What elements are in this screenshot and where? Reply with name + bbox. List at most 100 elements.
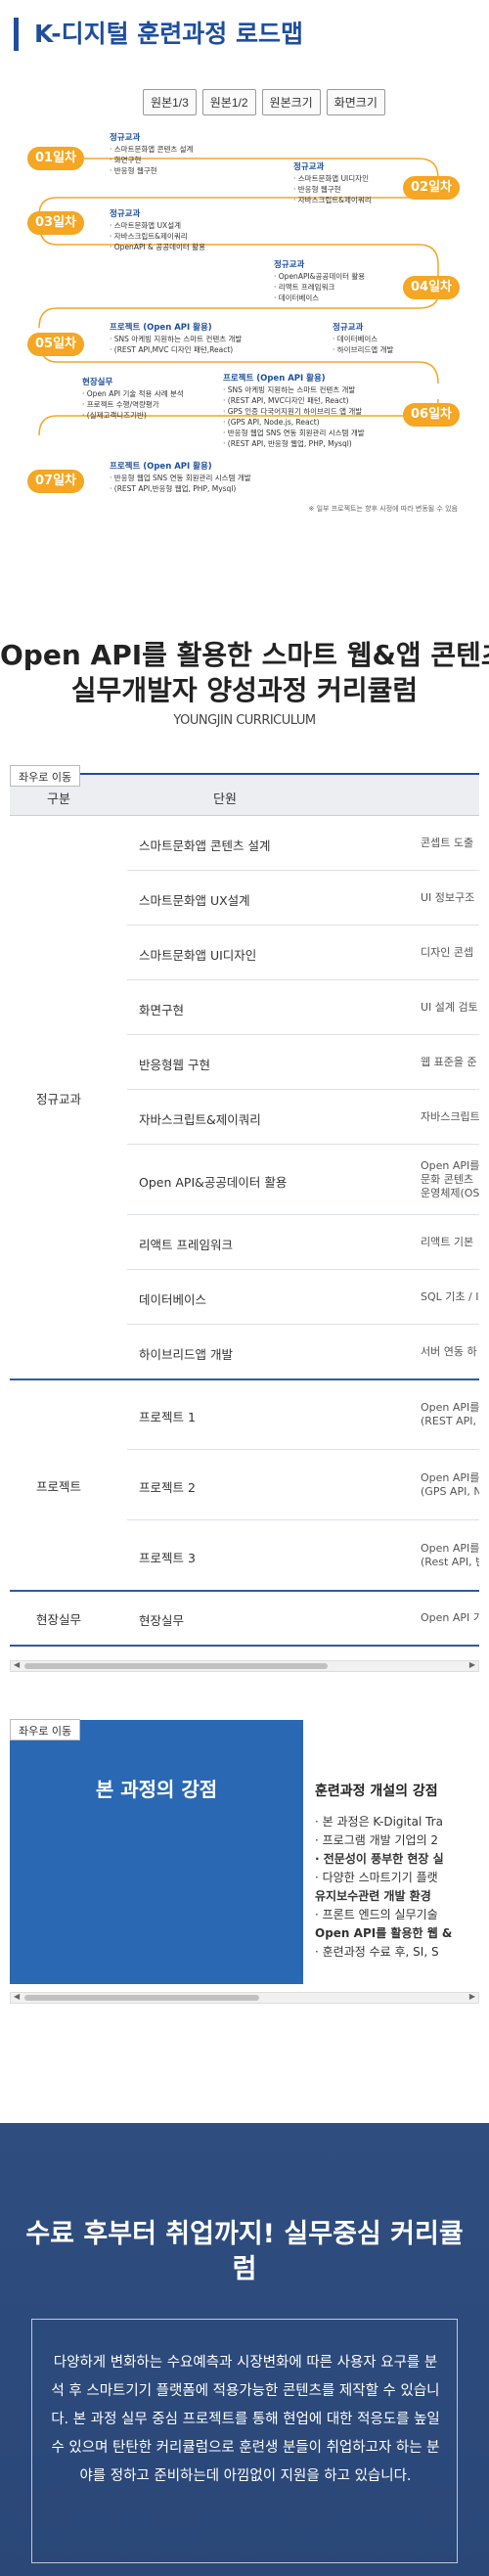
roadmap-block-2: 정규교과 스마트문화앱 UI디자인반응형 웹구현자바스크립트&제이쿼리 — [293, 162, 372, 205]
strength-horizontal-scrollbar[interactable]: ◀ ▶ — [10, 1992, 479, 2004]
strength-scroll-hint-button[interactable]: 좌우로 이동 — [10, 1719, 81, 1740]
block-category: 현장실무 — [82, 378, 113, 387]
table-row: 하이브리드앱 개발 서버 연동 하 — [127, 1325, 479, 1379]
description-line: 리액트 기본 — [421, 1236, 474, 1248]
strength-section[interactable]: 본 과정의 강점 훈련과정 개설의 강점 · 본 과정은 K-Digital T… — [10, 1720, 479, 1984]
curriculum-subtitle: YOUNGJIN CURRICULUM — [173, 713, 316, 728]
day-badge-6: 06일차 — [403, 403, 460, 427]
scrollbar-thumb[interactable] — [24, 1995, 259, 2001]
table-row: 스마트문화앱 UI디자인 디자인 콘셉 — [127, 926, 479, 980]
roadmap-block-9: 프로젝트 (Open API 활용) 반응형 웹업 SNS 연동 회원관리 시스… — [110, 462, 251, 494]
block-category: 프로젝트 (Open API 활용) — [223, 374, 326, 384]
scrollbar-thumb[interactable] — [24, 1663, 328, 1669]
table-row: 반응형웹 구현 웹 표준을 준 — [127, 1035, 479, 1090]
description-line: 서버 연동 하 — [421, 1345, 477, 1358]
unit-cell: 현장실무 — [139, 1613, 185, 1628]
zoom-original-button[interactable]: 원본크기 — [261, 89, 321, 115]
page: K-디지털 훈련과정 로드맵 원본1/3 원본1/2 원본크기 화면크기 01일… — [0, 0, 489, 2576]
day-badge-4: 04일차 — [403, 276, 460, 299]
table-row: 프로젝트 2 Open API를(GPS API, No — [127, 1450, 479, 1520]
category-cell: 정규교과 — [35, 1092, 81, 1107]
day-badge-1: 01일차 — [27, 147, 84, 170]
scroll-left-arrow-icon[interactable]: ◀ — [14, 1992, 20, 2001]
table-row: Open API&공공데이터 활용 Open API를 문화 콘텐츠 운영체제(OS — [127, 1145, 479, 1215]
strength-blue-panel: 본 과정의 강점 — [10, 1720, 303, 1984]
strength-item: Open API를 활용한 웹 & — [315, 1926, 453, 1940]
description-line: 문화 콘텐츠 — [421, 1173, 474, 1186]
table-row: 리액트 프레임워크 리액트 기본 — [127, 1215, 479, 1270]
strength-item: · 전문성이 풍부한 현장 실 — [315, 1852, 444, 1866]
description-line: 운영체제(OS — [421, 1187, 479, 1199]
zoom-half-button[interactable]: 원본1/2 — [201, 89, 256, 115]
unit-cell: 리액트 프레임워크 — [139, 1238, 233, 1252]
description-line: (REST API, M — [421, 1415, 479, 1427]
scroll-left-arrow-icon[interactable]: ◀ — [14, 1660, 20, 1669]
scroll-right-arrow-icon[interactable]: ▶ — [469, 1660, 475, 1669]
unit-cell: 프로젝트 2 — [139, 1480, 196, 1495]
block-category: 정규교과 — [110, 209, 141, 219]
block-category: 프로젝트 (Open API 활용) — [110, 323, 212, 333]
description-cell: Open API를(REST API, M — [421, 1401, 479, 1428]
unit-cell: 화면구현 — [139, 1003, 185, 1017]
zoom-button-group: 원본1/3 원본1/2 원본크기 화면크기 — [143, 89, 385, 115]
description-line: UI 정보구조 — [421, 891, 475, 904]
description-line: Open API 기 — [421, 1611, 479, 1624]
banner-paragraph: 다양하게 변화하는 수요예측과 시장변화에 따른 사용자 요구를 분석 후 스마… — [51, 2355, 440, 2484]
description-cell: UI 설계 검토 — [421, 1001, 479, 1015]
zoom-fit-screen-button[interactable]: 화면크기 — [326, 89, 385, 115]
description-cell: SQL 기초 / I — [421, 1290, 479, 1304]
banner-text-box: 다양하게 변화하는 수요예측과 시장변화에 따른 사용자 요구를 분석 후 스마… — [31, 2319, 458, 2563]
zoom-one-third-button[interactable]: 원본1/3 — [143, 89, 197, 115]
roadmap-block-6: 정규교과 데이터베이스하이브리드앱 개발 — [333, 323, 393, 355]
description-line: (Rest API, 반 — [421, 1556, 479, 1568]
description-cell: 디자인 콘셉 — [421, 946, 479, 960]
table-row: 프로젝트 3 Open API를 (Rest API, 반 — [127, 1520, 479, 1591]
category-cell: 프로젝트 — [35, 1479, 81, 1494]
curriculum-table[interactable]: 구분 단원 스마트문화앱 콘텐츠 설계 콘셉트 도출 스마트문화앱 UX설계 UI 정… — [10, 773, 479, 1653]
strength-item: · 훈련과정 수료 후, SI, S — [315, 1945, 439, 1959]
strength-right-title: 훈련과정 개설의 강점 — [315, 1784, 438, 1799]
day-badge-7: 07일차 — [27, 470, 84, 493]
group-divider — [10, 1645, 479, 1647]
description-line: 콘셉트 도출 — [421, 836, 474, 849]
description-line: 디자인 콘셉 — [421, 946, 474, 959]
unit-cell: 자바스크립트&제이쿼리 — [139, 1112, 261, 1127]
table-row: 현장실무 Open API 기 — [127, 1591, 479, 1646]
unit-cell: 스마트문화앱 콘텐츠 설계 — [139, 838, 271, 853]
table-horizontal-scrollbar[interactable]: ◀ ▶ — [10, 1660, 479, 1672]
header-unit: 단원 — [213, 792, 237, 807]
unit-cell: 스마트문화앱 UX설계 — [139, 893, 250, 908]
unit-cell: 프로젝트 3 — [139, 1551, 196, 1565]
description-line: Open API를 — [421, 1471, 479, 1484]
roadmap-block-4: 정규교과 OpenAPI&공공데이터 활용리액트 프레임워크데이터베이스 — [274, 260, 365, 303]
employment-banner: 수료 후부터 취업까지! 실무중심 커리큘럼 다양하게 변화하는 수요예측과 시… — [0, 2123, 489, 2576]
scroll-right-arrow-icon[interactable]: ▶ — [469, 1992, 475, 2001]
roadmap-block-8: 프로젝트 (Open API 활용) SNS 아케빙 지원하는 스마트 컨텐츠 … — [223, 374, 365, 449]
scroll-hint-button[interactable]: 좌우로 이동 — [10, 765, 81, 787]
table-row: 스마트문화앱 콘텐츠 설계 콘셉트 도출 — [127, 816, 479, 871]
block-category: 프로젝트 (Open API 활용) — [110, 462, 212, 472]
table-row: 화면구현 UI 설계 검토 — [127, 980, 479, 1035]
description-line: 웹 표준을 준 — [421, 1056, 477, 1068]
category-cell: 현장실무 — [35, 1612, 81, 1627]
table-row: 데이터베이스 SQL 기초 / I — [127, 1270, 479, 1325]
roadmap-title: K-디지털 훈련과정 로드맵 — [14, 18, 303, 51]
strength-item: · 프론트 엔드의 실무기술 — [315, 1908, 438, 1921]
block-category: 정규교과 — [333, 323, 364, 333]
block-category: 정규교과 — [274, 260, 305, 270]
unit-cell: 반응형웹 구현 — [139, 1058, 210, 1072]
day-badge-5: 05일차 — [27, 333, 84, 356]
strength-item: · 프로그램 개발 기업의 2 — [315, 1833, 439, 1847]
description-cell: 서버 연동 하 — [421, 1345, 479, 1359]
strength-item: 유지보수관련 개발 환경 — [315, 1889, 431, 1903]
table-row: 스마트문화앱 UX설계 UI 정보구조 — [127, 871, 479, 926]
description-cell: 리액트 기본 — [421, 1236, 479, 1249]
roadmap-note: ※ 일부 프로젝트는 향후 사정에 따라 변동될 수 있음 — [308, 505, 458, 513]
strength-item: · 본 과정은 K-Digital Tra — [315, 1815, 443, 1829]
roadmap-block-1: 정규교과 스마트문화앱 콘텐츠 설계화면구현반응형 웹구현 — [110, 133, 193, 176]
block-category: 정규교과 — [110, 133, 141, 143]
day-badge-2: 02일차 — [403, 176, 460, 200]
description-line: Open API를 — [421, 1401, 479, 1414]
description-cell: Open API를 문화 콘텐츠 운영체제(OS — [421, 1159, 479, 1200]
roadmap-diagram: 01일차 02일차 03일차 04일차 05일차 06일차 07일차 정규교과 … — [27, 127, 467, 513]
